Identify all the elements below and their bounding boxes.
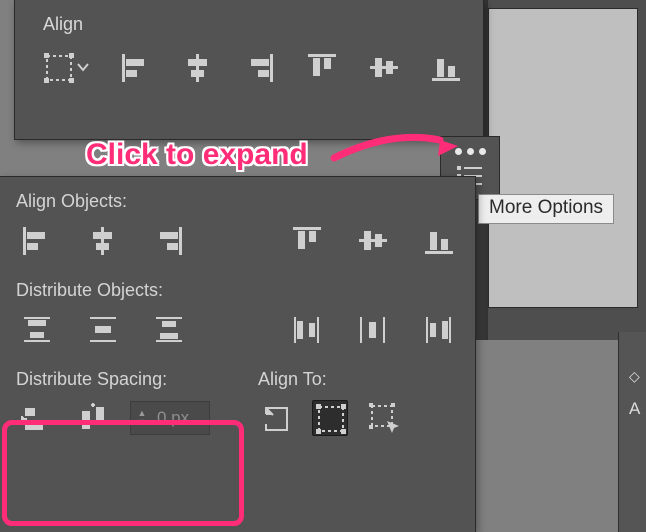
align-left-icon[interactable]	[18, 222, 54, 258]
distribute-spacing-label: Distribute Spacing:	[0, 355, 240, 396]
right-panel-peek: ◇ A	[618, 332, 646, 532]
dist-bottom-icon[interactable]	[150, 311, 186, 347]
align-to-artboard-icon[interactable]	[258, 400, 294, 436]
dist-h-center-icon[interactable]	[354, 311, 390, 347]
right-panel-letter: A	[629, 399, 646, 419]
align-bottom-icon[interactable]	[420, 222, 456, 258]
align-bottom-icon[interactable]	[427, 49, 463, 85]
dist-space-v-icon[interactable]	[18, 400, 54, 436]
dist-right-icon[interactable]	[420, 311, 456, 347]
align-to-selection-icon[interactable]	[312, 400, 348, 436]
chevron-down-icon	[75, 63, 91, 71]
spacing-input[interactable]	[153, 408, 209, 428]
align-to-selection-dropdown[interactable]	[43, 49, 91, 85]
align-to-key-object-icon[interactable]	[366, 400, 402, 436]
align-to-label: Align To:	[258, 355, 475, 396]
dist-left-icon[interactable]	[288, 311, 324, 347]
align-objects-label: Align Objects:	[0, 177, 475, 218]
align-h-center-icon[interactable]	[84, 222, 120, 258]
align-right-icon[interactable]	[150, 222, 186, 258]
align-panel-title: Align	[15, 0, 483, 43]
align-top-icon[interactable]	[288, 222, 324, 258]
dist-v-center-icon[interactable]	[84, 311, 120, 347]
dist-space-h-icon[interactable]	[74, 400, 110, 436]
docked-panel-behind	[476, 0, 646, 340]
align-left-icon[interactable]	[117, 49, 153, 85]
distribute-objects-label: Distribute Objects:	[0, 266, 475, 307]
dist-top-icon[interactable]	[18, 311, 54, 347]
align-top-icon[interactable]	[303, 49, 339, 85]
align-right-icon[interactable]	[241, 49, 277, 85]
more-options-icon[interactable]	[455, 148, 486, 155]
align-v-center-icon[interactable]	[354, 222, 390, 258]
spacing-stepper[interactable]: ▲▼	[130, 401, 210, 435]
more-options-tooltip: More Options	[478, 194, 614, 224]
align-h-center-icon[interactable]	[179, 49, 215, 85]
align-panel-expanded: Align Objects: Distribute Objects: Distr…	[0, 176, 476, 532]
stepper-arrows-icon[interactable]: ▲▼	[131, 409, 153, 427]
align-v-center-icon[interactable]	[365, 49, 401, 85]
align-panel: Align	[14, 0, 484, 140]
